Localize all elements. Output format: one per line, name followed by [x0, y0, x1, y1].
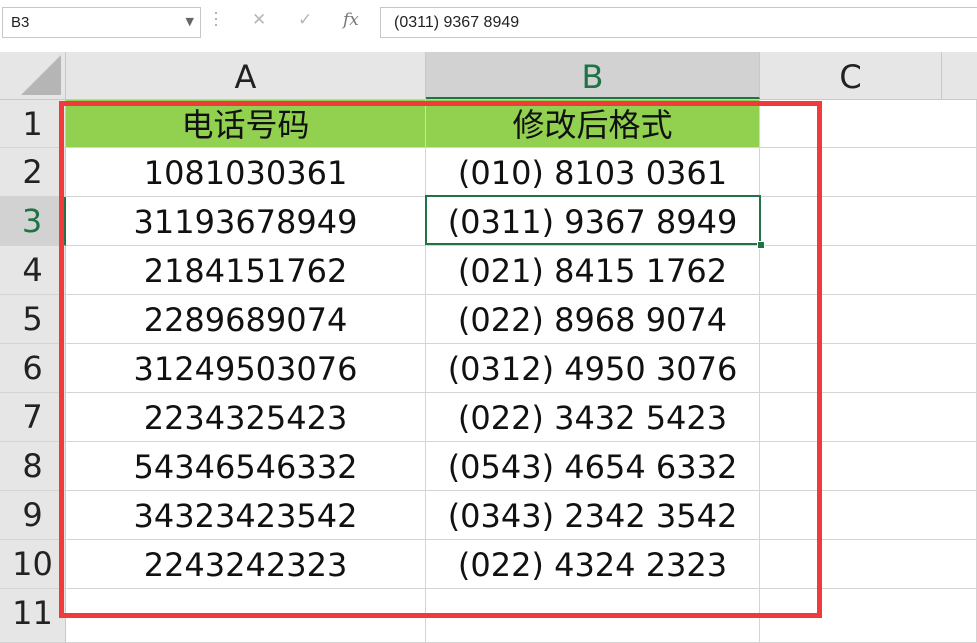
row-header-4[interactable]: 4 [0, 246, 66, 295]
name-box-value: B3 [11, 14, 30, 31]
select-all-icon [21, 55, 61, 95]
column-header-a[interactable]: A [66, 52, 426, 99]
formula-input[interactable]: (0311) 9367 8949 [380, 7, 977, 38]
row-header-1[interactable]: 1 [0, 100, 66, 148]
row-header-6[interactable]: 6 [0, 344, 66, 393]
name-box[interactable]: B3 ▼ [2, 7, 201, 38]
row-header-9[interactable]: 9 [0, 491, 66, 540]
row-header-11[interactable]: 11 [0, 589, 66, 643]
row-header-7[interactable]: 7 [0, 393, 66, 442]
formula-bar: B3 ▼ ✕ ✓ fx (0311) 9367 8949 [0, 0, 977, 46]
chevron-down-icon[interactable]: ▼ [186, 15, 194, 28]
column-header-b[interactable]: B [426, 52, 760, 99]
column-header-c[interactable]: C [760, 52, 942, 99]
row-header-3[interactable]: 3 [0, 197, 66, 246]
cancel-icon[interactable]: ✕ [252, 10, 266, 30]
highlight-frame [59, 101, 822, 618]
column-header-row: A B C [0, 52, 977, 100]
enter-icon[interactable]: ✓ [298, 10, 312, 30]
row-header-2[interactable]: 2 [0, 148, 66, 197]
row-header-8[interactable]: 8 [0, 442, 66, 491]
row-header-10[interactable]: 10 [0, 540, 66, 589]
insert-function-icon[interactable]: fx [343, 10, 359, 30]
drag-handle-icon[interactable] [214, 12, 218, 32]
formula-value: (0311) 9367 8949 [394, 14, 520, 31]
row-header-5[interactable]: 5 [0, 295, 66, 344]
select-all-button[interactable] [0, 52, 66, 99]
